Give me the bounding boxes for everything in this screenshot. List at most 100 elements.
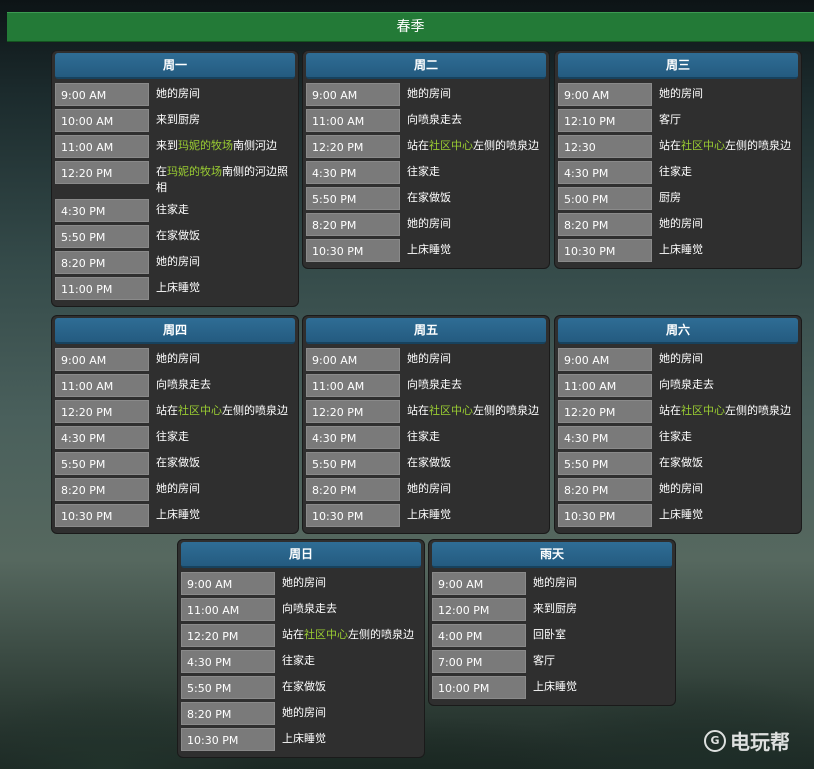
- time-cell: 12:20 PM: [306, 400, 400, 423]
- location-cell: 在家做饭: [149, 225, 295, 245]
- location-text: 客厅: [533, 654, 555, 667]
- schedule-row: 5:50 PM 在家做饭: [558, 452, 798, 475]
- day-title: 周五: [306, 318, 546, 344]
- time-cell: 12:10 PM: [558, 109, 652, 132]
- location-text: 她的房间: [156, 255, 200, 268]
- schedule-card-rainy-day: 雨天 9:00 AM 她的房间 12:00 PM 来到厨房 4:00 PM 回卧室 7:00 …: [428, 539, 676, 706]
- location-cell: 上床睡觉: [275, 728, 421, 748]
- location-cell: 她的房间: [149, 83, 295, 103]
- time-cell: 11:00 AM: [181, 598, 275, 621]
- location-cell: 她的房间: [400, 83, 546, 103]
- schedule-row: 4:30 PM 往家走: [55, 426, 295, 449]
- schedule-row: 11:00 AM 向喷泉走去: [558, 374, 798, 397]
- location-text: 往家走: [282, 654, 315, 667]
- schedule-card-friday: 周五 9:00 AM 她的房间 11:00 AM 向喷泉走去 12:20 PM 站在社区中心…: [302, 315, 550, 534]
- time-cell: 9:00 AM: [306, 348, 400, 371]
- location-text: 她的房间: [659, 87, 703, 100]
- location-cell: 向喷泉走去: [400, 109, 546, 129]
- schedule-row: 10:30 PM 上床睡觉: [558, 239, 798, 262]
- location-text: 上床睡觉: [282, 732, 326, 745]
- time-cell: 4:30 PM: [55, 199, 149, 222]
- location-cell: 上床睡觉: [526, 676, 672, 696]
- schedule-row: 10:00 AM 来到厨房: [55, 109, 295, 132]
- location-text: 在家做饭: [407, 191, 451, 204]
- location-text: 来到: [156, 139, 178, 152]
- location-cell: 上床睡觉: [149, 504, 295, 524]
- schedule-card-wednesday: 周三 9:00 AM 她的房间 12:10 PM 客厅 12:30 站在社区中心左侧的喷泉边…: [554, 50, 802, 269]
- location-cell: 在玛妮的牧场南侧的河边照相: [149, 161, 295, 196]
- location-text: 她的房间: [407, 482, 451, 495]
- location-text: 她的房间: [407, 87, 451, 100]
- location-cell: 在家做饭: [400, 187, 546, 207]
- location-text: 向喷泉走去: [407, 378, 462, 391]
- day-title: 周二: [306, 53, 546, 79]
- schedule-row: 10:30 PM 上床睡觉: [306, 239, 546, 262]
- location-cell: 在家做饭: [400, 452, 546, 472]
- schedule-row: 8:20 PM 她的房间: [181, 702, 421, 725]
- location-text: 她的房间: [156, 87, 200, 100]
- location-cell: 她的房间: [149, 251, 295, 271]
- location-text: 客厅: [659, 113, 681, 126]
- location-cell: 厨房: [652, 187, 798, 207]
- time-cell: 10:30 PM: [306, 504, 400, 527]
- schedule-row: 5:50 PM 在家做饭: [181, 676, 421, 699]
- location-text: 上床睡觉: [407, 243, 451, 256]
- time-cell: 10:00 PM: [432, 676, 526, 699]
- schedule-row: 11:00 AM 向喷泉走去: [306, 109, 546, 132]
- location-text: 南侧河边: [233, 139, 277, 152]
- location-highlight: 社区中心: [681, 139, 725, 152]
- location-text: 上床睡觉: [156, 281, 200, 294]
- schedule-row: 10:00 PM 上床睡觉: [432, 676, 672, 699]
- time-cell: 8:20 PM: [306, 478, 400, 501]
- time-cell: 12:00 PM: [432, 598, 526, 621]
- time-cell: 12:20 PM: [306, 135, 400, 158]
- time-cell: 12:20 PM: [181, 624, 275, 647]
- time-cell: 4:30 PM: [181, 650, 275, 673]
- location-text: 向喷泉走去: [282, 602, 337, 615]
- time-cell: 9:00 AM: [181, 572, 275, 595]
- location-text: 站在: [407, 404, 429, 417]
- location-text: 左侧的喷泉边: [473, 404, 539, 417]
- location-cell: 来到玛妮的牧场南侧河边: [149, 135, 295, 155]
- location-cell: 往家走: [652, 426, 798, 446]
- location-cell: 上床睡觉: [400, 239, 546, 259]
- schedule-row: 9:00 AM 她的房间: [306, 83, 546, 106]
- location-cell: 站在社区中心左侧的喷泉边: [652, 135, 798, 155]
- location-text: 她的房间: [407, 352, 451, 365]
- location-cell: 站在社区中心左侧的喷泉边: [652, 400, 798, 420]
- schedule-row: 11:00 AM 来到玛妮的牧场南侧河边: [55, 135, 295, 158]
- schedule-card-monday: 周一 9:00 AM 她的房间 10:00 AM 来到厨房 11:00 AM 来到玛妮的牧场…: [51, 50, 299, 307]
- time-cell: 5:50 PM: [55, 452, 149, 475]
- day-title: 周六: [558, 318, 798, 344]
- schedule-row: 9:00 AM 她的房间: [55, 348, 295, 371]
- schedule-row: 12:20 PM 站在社区中心左侧的喷泉边: [181, 624, 421, 647]
- location-text: 站在: [659, 404, 681, 417]
- time-cell: 4:00 PM: [432, 624, 526, 647]
- schedule-row: 5:50 PM 在家做饭: [306, 452, 546, 475]
- time-cell: 11:00 AM: [558, 374, 652, 397]
- schedule-row: 9:00 AM 她的房间: [306, 348, 546, 371]
- location-cell: 站在社区中心左侧的喷泉边: [400, 135, 546, 155]
- time-cell: 8:20 PM: [55, 251, 149, 274]
- location-cell: 站在社区中心左侧的喷泉边: [149, 400, 295, 420]
- time-cell: 7:00 PM: [432, 650, 526, 673]
- time-cell: 10:30 PM: [558, 504, 652, 527]
- location-cell: 回卧室: [526, 624, 672, 644]
- time-cell: 9:00 AM: [432, 572, 526, 595]
- time-cell: 12:20 PM: [55, 161, 149, 184]
- location-cell: 向喷泉走去: [400, 374, 546, 394]
- day-title: 周三: [558, 53, 798, 79]
- schedule-row: 11:00 AM 向喷泉走去: [181, 598, 421, 621]
- time-cell: 12:30: [558, 135, 652, 158]
- location-cell: 往家走: [652, 161, 798, 181]
- day-title: 周四: [55, 318, 295, 344]
- location-text: 回卧室: [533, 628, 566, 641]
- schedule-row: 4:30 PM 往家走: [55, 199, 295, 222]
- location-text: 左侧的喷泉边: [725, 139, 791, 152]
- time-cell: 4:30 PM: [55, 426, 149, 449]
- location-text: 她的房间: [282, 706, 326, 719]
- location-cell: 向喷泉走去: [652, 374, 798, 394]
- location-text: 上床睡觉: [156, 508, 200, 521]
- time-cell: 12:20 PM: [558, 400, 652, 423]
- schedule-row: 8:20 PM 她的房间: [558, 478, 798, 501]
